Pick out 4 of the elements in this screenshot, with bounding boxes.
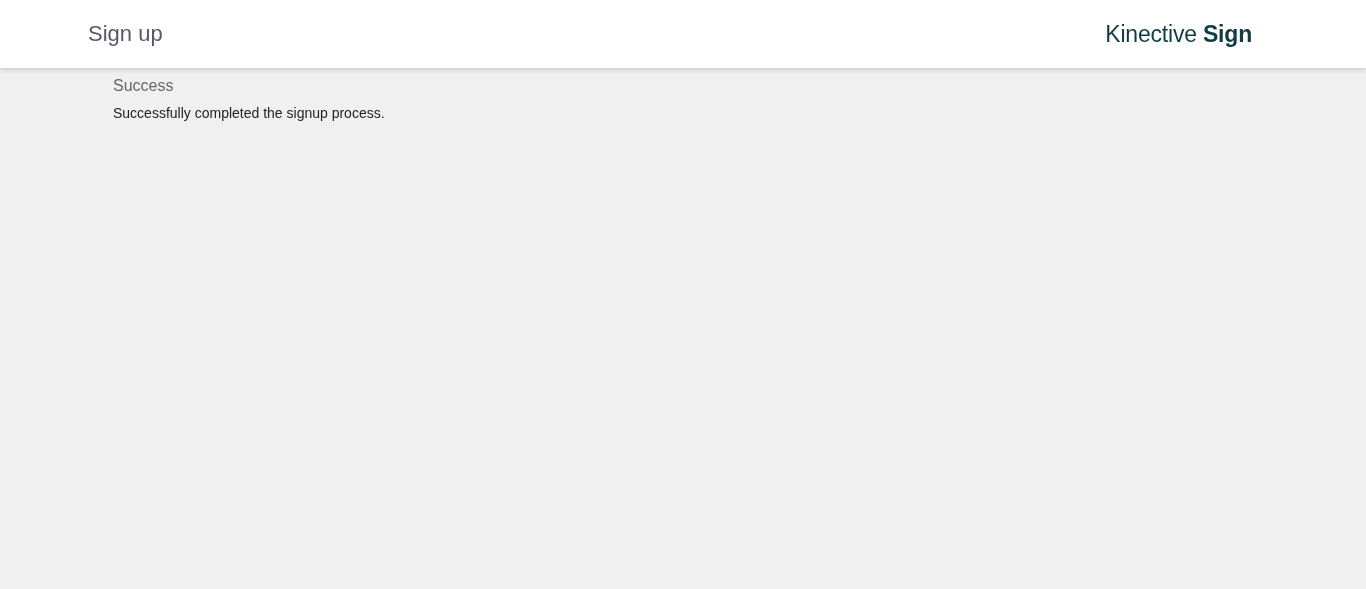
message-heading: Success — [113, 77, 175, 95]
page-title: Sign up — [88, 21, 163, 47]
message-text: Successfully completed the signup process. — [113, 105, 386, 121]
brand-logo: Kinective Sign — [1105, 20, 1252, 48]
